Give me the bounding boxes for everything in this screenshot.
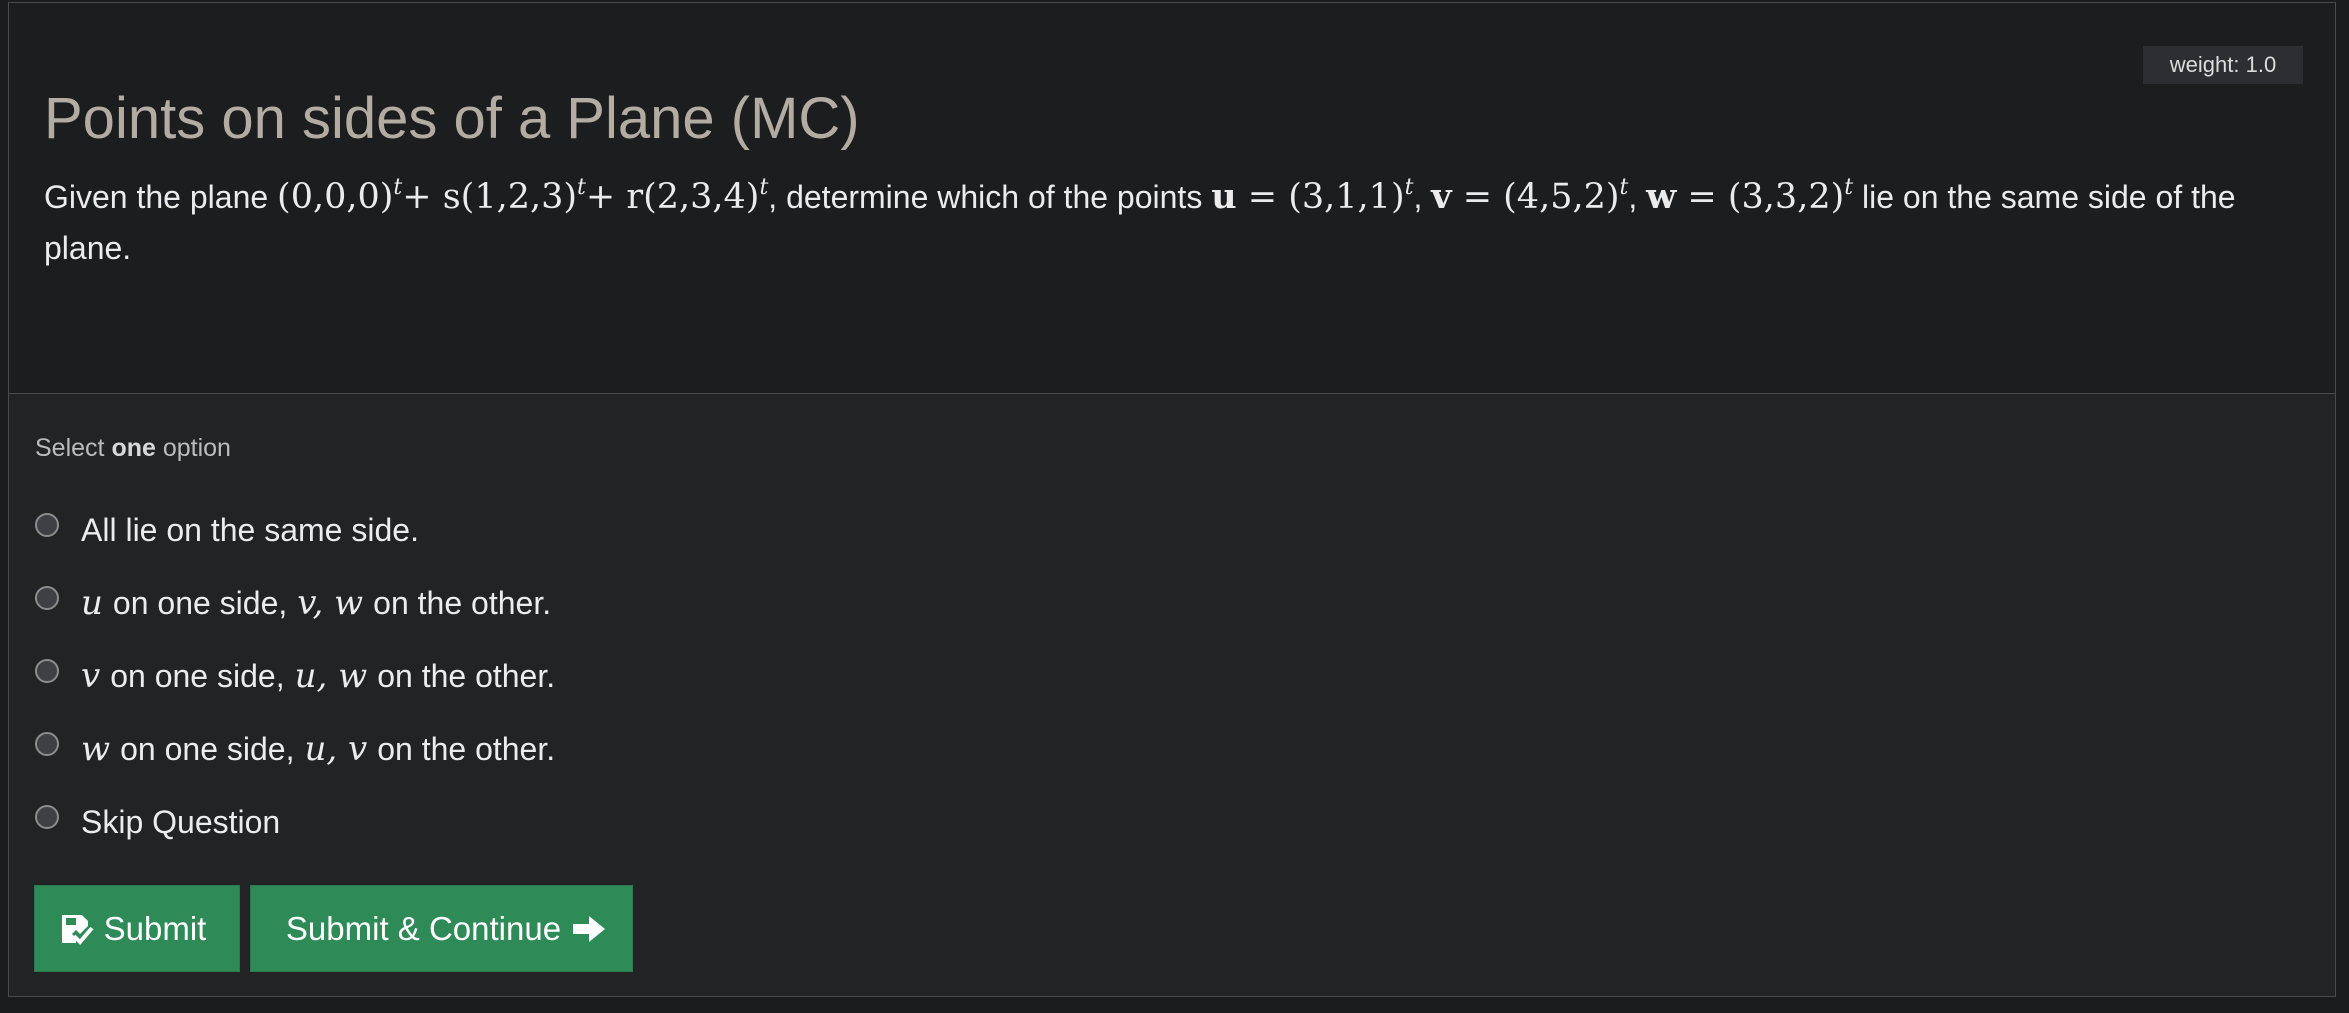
- option-var: u, w: [294, 656, 368, 696]
- option-label: Skip Question: [81, 804, 280, 841]
- submit-continue-label: Submit & Continue: [285, 909, 562, 947]
- plane-equation: (0,0,0)t+ s(1,2,3)t+ r(2,3,4)t: [277, 175, 769, 218]
- option-text: on one side,: [110, 658, 285, 694]
- option-var: u: [81, 583, 103, 623]
- submit-label: Submit: [103, 909, 207, 947]
- option-text: on the other.: [373, 585, 552, 621]
- point-u: u = (3,1,1)t: [1211, 175, 1414, 217]
- question-panel: weight: 1.0 Points on sides of a Plane (…: [9, 3, 2335, 394]
- point-v-value: (4,5,2): [1503, 177, 1620, 217]
- option-all-same-side[interactable]: All lie on the same side.: [35, 505, 419, 555]
- point-u-exp: t: [1404, 175, 1414, 200]
- prompt-text-middle: , determine which of the points: [768, 179, 1203, 215]
- radio-button[interactable]: [35, 805, 59, 829]
- point-u-name: u: [1211, 176, 1237, 217]
- select-hint-after: option: [162, 434, 231, 462]
- question-card: weight: 1.0 Points on sides of a Plane (…: [8, 2, 2336, 997]
- point-v-exp: t: [1619, 175, 1629, 200]
- plane-exp-1: t: [393, 175, 403, 200]
- check-square-icon: [58, 912, 94, 946]
- select-hint: Select one option: [35, 434, 231, 463]
- option-text: All lie on the same side.: [81, 511, 419, 548]
- weight-badge: weight: 1.0: [2143, 46, 2303, 84]
- point-v-name: v: [1431, 176, 1452, 217]
- option-label: v on one side, u, w on the other.: [81, 656, 555, 696]
- select-hint-emphasis: one: [111, 434, 156, 462]
- prompt-text-before: Given the plane: [44, 179, 269, 215]
- point-w-exp: t: [1844, 175, 1854, 200]
- option-text: Skip Question: [81, 803, 281, 840]
- option-skip-question[interactable]: Skip Question: [35, 797, 280, 847]
- radio-button[interactable]: [35, 513, 59, 537]
- plane-origin: (0,0,0): [277, 177, 394, 217]
- option-text: on one side,: [112, 585, 288, 621]
- option-text: on one side,: [120, 731, 295, 767]
- select-hint-before: Select: [35, 434, 105, 462]
- question-title: Points on sides of a Plane (MC): [44, 86, 860, 151]
- plane-exp-3: t: [759, 175, 769, 200]
- point-w-name: w: [1646, 176, 1677, 217]
- plane-direction-1: + s(1,2,3): [402, 177, 578, 217]
- option-w-one-side[interactable]: w on one side, u, v on the other.: [35, 724, 555, 774]
- option-label: All lie on the same side.: [81, 512, 419, 549]
- option-var: v, w: [297, 583, 364, 623]
- option-v-one-side[interactable]: v on one side, u, w on the other.: [35, 651, 555, 701]
- point-v: v = (4,5,2)t: [1431, 175, 1629, 217]
- radio-button[interactable]: [35, 659, 59, 683]
- option-var: u, v: [304, 729, 368, 769]
- option-text: on the other.: [377, 658, 556, 694]
- option-label: u on one side, v, w on the other.: [81, 583, 551, 623]
- plane-exp-2: t: [577, 175, 586, 200]
- option-var: w: [81, 729, 111, 769]
- submit-continue-button[interactable]: Submit & Continue: [250, 885, 633, 972]
- point-w: w = (3,3,2)t: [1646, 175, 1854, 217]
- option-u-one-side[interactable]: u on one side, v, w on the other.: [35, 578, 551, 628]
- option-var: v: [81, 656, 101, 696]
- arrow-right-icon: [571, 913, 607, 945]
- radio-button[interactable]: [35, 586, 59, 610]
- point-u-value: (3,1,1): [1288, 177, 1405, 217]
- radio-button[interactable]: [35, 732, 59, 756]
- option-label: w on one side, u, v on the other.: [81, 729, 555, 769]
- option-text: on the other.: [377, 731, 556, 767]
- plane-direction-2: + r(2,3,4): [585, 177, 760, 217]
- question-prompt: Given the plane (0,0,0)t+ s(1,2,3)t+ r(2…: [44, 175, 2236, 266]
- point-w-value: (3,3,2): [1727, 177, 1845, 217]
- submit-button[interactable]: Submit: [34, 885, 240, 972]
